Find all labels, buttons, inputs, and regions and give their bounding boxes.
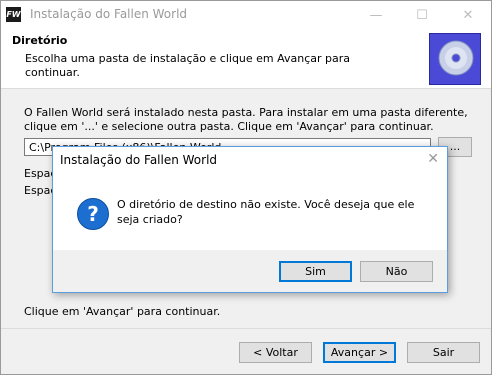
maximize-button[interactable]: ☐	[399, 1, 445, 30]
divider	[1, 328, 491, 329]
close-button[interactable]: ✕	[445, 1, 491, 30]
footer-text: Clique em 'Avançar' para continuar.	[24, 305, 221, 318]
page-header: Diretório Escolha uma pasta de instalaçã…	[1, 30, 491, 89]
exit-button[interactable]: Sair	[407, 342, 480, 363]
back-button[interactable]: < Voltar	[239, 342, 312, 363]
page-subtitle: Escolha uma pasta de instalação e clique…	[25, 52, 351, 79]
page-title: Diretório	[12, 34, 68, 47]
title-bar[interactable]: FW Instalação do Fallen World — ☐ ✕	[1, 1, 491, 30]
dialog-title-bar[interactable]: Instalação do Fallen World ✕	[53, 147, 447, 174]
yes-button[interactable]: Sim	[279, 261, 352, 282]
no-button[interactable]: Não	[360, 261, 433, 282]
disc-icon	[429, 33, 481, 85]
dialog-message: O diretório de destino não existe. Você …	[117, 198, 415, 226]
minimize-button[interactable]: —	[353, 1, 399, 30]
dialog-body: ? O diretório de destino não existe. Voc…	[53, 174, 447, 250]
confirm-dialog: Instalação do Fallen World ✕ ? O diretór…	[52, 146, 448, 293]
dialog-title: Instalação do Fallen World	[60, 153, 218, 167]
instructions-text: O Fallen World será instalado nesta past…	[24, 106, 468, 133]
window-title: Instalação do Fallen World	[30, 7, 188, 21]
dialog-close-icon[interactable]: ✕	[427, 151, 439, 167]
next-button[interactable]: Avançar >	[323, 342, 396, 363]
question-icon: ?	[77, 198, 109, 230]
app-icon: FW	[6, 7, 21, 22]
